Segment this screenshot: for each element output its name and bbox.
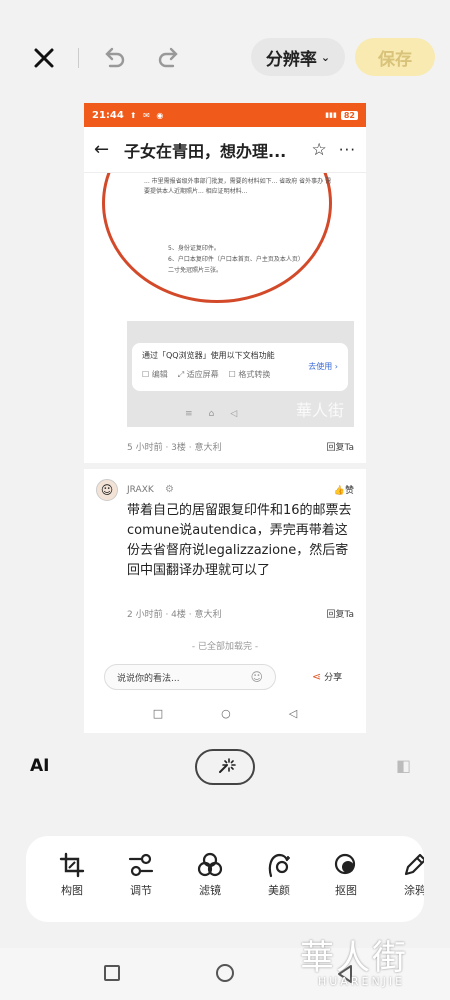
- popup-use-link: 去使用 ›: [308, 362, 338, 371]
- undo-icon[interactable]: [100, 44, 128, 72]
- screenshot-preview: 21:44 ⬆ ✉ ◉ ▮▮▮ 82 ← 子女在青田，想办理... ☆ ··· …: [84, 103, 366, 733]
- level-badge-icon: ⚙: [165, 484, 174, 495]
- tool-label: 滤镜: [199, 884, 221, 897]
- preview-status-bar: 21:44 ⬆ ✉ ◉ ▮▮▮ 82: [84, 103, 366, 127]
- ai-button[interactable]: AI: [30, 756, 49, 776]
- document-list: 5、身份证复印件。 6、户口本复印件（户口本首页、户主页及本人页） 二寸免冠照片…: [168, 243, 304, 276]
- preview-nav-bar: □ ○ ◁: [84, 707, 366, 720]
- share-icon: ⋖: [312, 670, 322, 683]
- tool-label: 涂鸦: [404, 884, 424, 897]
- qq-browser-popup: 通过「QQ浏览器」使用以下文档功能 ☐ 编辑 ⤢ 适应屏幕 ☐ 格式转换 去使用…: [132, 343, 348, 391]
- all-loaded-text: - 已全部加载完 -: [191, 642, 259, 652]
- tool-beauty[interactable]: 美颜: [254, 852, 304, 898]
- tool-filter[interactable]: 滤镜: [185, 852, 235, 898]
- adjust-icon: [128, 853, 154, 877]
- format-convert-action: ☐ 格式转换: [228, 370, 271, 379]
- tool-label: 调节: [130, 884, 152, 897]
- back-arrow-icon[interactable]: ←: [94, 139, 124, 160]
- image-nav-icons: ≡⌂◁: [185, 409, 254, 419]
- post-meta: 5 小时前 · 3楼 · 意大利: [127, 443, 222, 453]
- tool-adjust[interactable]: 调节: [116, 852, 166, 898]
- watermark-subtext: HUARENJIE: [318, 975, 406, 988]
- tool-label: 抠图: [335, 884, 357, 897]
- reply-button[interactable]: 回复Ta: [326, 440, 354, 453]
- recent-apps-button[interactable]: [104, 965, 120, 981]
- document-image: ... 市里需报省级外事部门批复，需要的材料如下... 省政府 省外事办 需要提…: [84, 173, 366, 318]
- close-icon[interactable]: [30, 44, 58, 72]
- resolution-label: 分辨率: [265, 49, 317, 70]
- watermark-text: 華人街: [300, 938, 408, 978]
- save-button[interactable]: 保存: [355, 38, 435, 76]
- back-icon: ◁: [288, 707, 298, 720]
- beauty-icon: [268, 853, 290, 878]
- edit-action: ☐ 编辑: [142, 370, 168, 379]
- doc-list-item: 二寸免冠照片三张。: [168, 267, 223, 274]
- filter-icon: [197, 852, 223, 877]
- comment-placeholder: 说说你的看法...: [117, 673, 180, 684]
- status-icons: ⬆ ✉ ◉: [129, 110, 166, 120]
- chevron-down-icon: ⌄: [320, 50, 331, 64]
- like-button[interactable]: 👍赞: [334, 483, 354, 496]
- tool-label: 构图: [61, 884, 83, 897]
- signal-icon: ▮▮▮: [325, 111, 337, 119]
- status-right: ▮▮▮ 82: [325, 110, 358, 120]
- tool-cutout[interactable]: 抠图: [321, 852, 371, 898]
- home-button[interactable]: [216, 964, 234, 982]
- star-icon[interactable]: ☆: [311, 140, 326, 160]
- emoji-icon[interactable]: ☺: [250, 670, 263, 684]
- comment-input[interactable]: 说说你的看法... ☺: [104, 664, 276, 690]
- crop-icon: [59, 852, 85, 878]
- tool-label: 美颜: [268, 884, 290, 897]
- avatar[interactable]: ☺: [96, 479, 118, 501]
- doc-list-item: 6、户口本复印件（户口本首页、户主页及本人页）: [168, 256, 304, 263]
- comment-meta: 2 小时前 · 4楼 · 意大利: [127, 610, 222, 620]
- reply-button[interactable]: 回复Ta: [326, 607, 354, 620]
- status-time: 21:44: [92, 109, 124, 121]
- redo-icon[interactable]: [155, 44, 183, 72]
- post-title: 子女在青田，想办理...: [124, 141, 287, 161]
- doc-list-item: 5、身份证复印件。: [168, 245, 220, 252]
- magic-enhance-button[interactable]: [195, 749, 255, 785]
- compare-icon[interactable]: ◧: [396, 756, 411, 775]
- fit-screen-action: ⤢ 适应屏幕: [177, 370, 219, 379]
- document-text: ... 市里需报省级外事部门批复，需要的材料如下... 省政府 省外事办 需要提…: [144, 178, 332, 195]
- editor-topbar: 分辨率 ⌄ 保存: [0, 0, 450, 110]
- comment-text: 带着自己的居留跟复印件和16的邮票去comune说autendica，弄完再带着…: [127, 503, 352, 578]
- attached-screenshot-image[interactable]: 通过「QQ浏览器」使用以下文档功能 ☐ 编辑 ⤢ 适应屏幕 ☐ 格式转换 去使用…: [127, 321, 354, 427]
- magic-wand-icon: [219, 758, 236, 773]
- post-divider: [84, 463, 366, 469]
- resolution-button[interactable]: 分辨率 ⌄: [251, 38, 345, 76]
- comment-input-row: 说说你的看法... ☺ ⋖ 分享: [84, 664, 366, 694]
- cutout-icon: [334, 853, 356, 875]
- doodle-icon: [404, 853, 424, 876]
- share-button[interactable]: ⋖ 分享: [312, 670, 342, 683]
- battery-level: 82: [340, 110, 358, 120]
- toolbar-divider: [78, 48, 79, 68]
- image-watermark-logo: 華人街: [295, 401, 344, 420]
- more-icon[interactable]: ···: [339, 141, 356, 159]
- tool-doodle[interactable]: 涂鸦: [390, 852, 424, 898]
- popup-message: 通过「QQ浏览器」使用以下文档功能: [142, 351, 275, 360]
- watermark-logo: 華人街 HUARENJIE: [300, 930, 450, 1000]
- preview-header: ← 子女在青田，想办理... ☆ ···: [84, 127, 366, 173]
- comment-username[interactable]: JRAXK: [127, 485, 154, 495]
- recent-apps-icon: □: [152, 707, 164, 720]
- edit-tools-bar: 构图 调节 滤镜 美颜 抠图 涂鸦: [26, 836, 424, 922]
- tool-crop[interactable]: 构图: [47, 852, 97, 898]
- share-label: 分享: [324, 673, 343, 683]
- home-icon: ○: [221, 707, 231, 720]
